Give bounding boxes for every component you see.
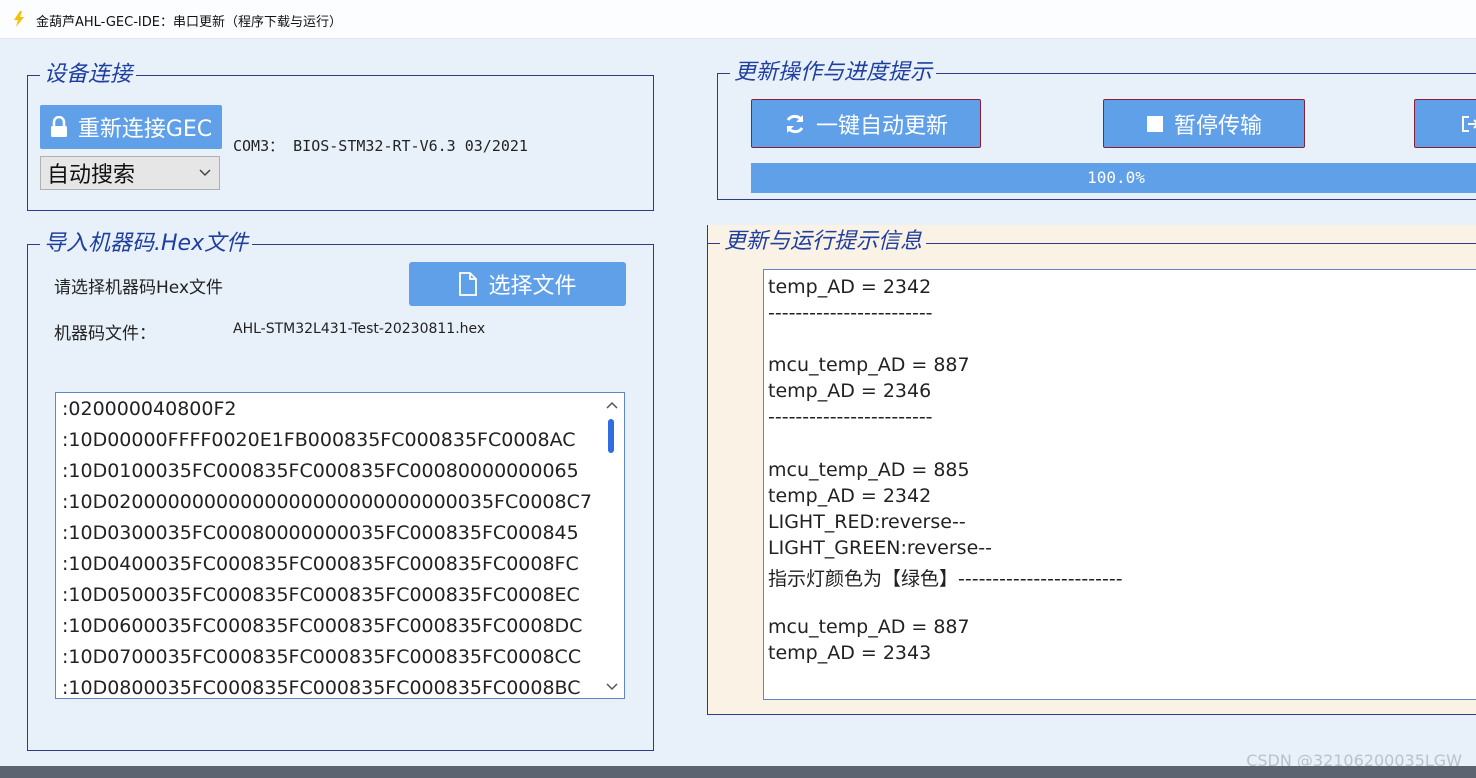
auto-update-label: 一键自动更新	[815, 113, 948, 139]
exit-icon	[1462, 115, 1476, 132]
progress-text: 100.0%	[1087, 168, 1145, 187]
run-messages-textarea[interactable]: temp_AD = 2342 ------------------------ …	[763, 269, 1476, 700]
message-line: temp_AD = 2342	[768, 276, 932, 298]
stop-icon	[1146, 115, 1163, 132]
choose-file-button[interactable]: 选择文件	[409, 262, 626, 306]
hex-line: :10D00000FFFF0020E1FB000835FC000835FC000…	[62, 429, 576, 451]
title-bar: 金葫芦AHL-GEC-IDE：串口更新（程序下载与运行）	[0, 0, 1476, 39]
message-line: temp_AD = 2343	[768, 642, 932, 664]
scroll-down-icon[interactable]	[606, 683, 618, 691]
port-info: COM3： BIOS-STM32-RT-V6.3 03/2021	[233, 137, 528, 155]
device-connection-legend: 设备连接	[40, 60, 137, 90]
window-title: 金葫芦AHL-GEC-IDE：串口更新（程序下载与运行）	[36, 15, 342, 30]
update-progress-bar: 100.0%	[751, 163, 1476, 193]
message-line: temp_AD = 2342	[768, 485, 932, 507]
message-line: LIGHT_RED:reverse--	[768, 511, 966, 533]
file-icon	[459, 272, 478, 296]
message-line: ------------------------	[768, 406, 933, 428]
hex-line: :10D0800035FC000835FC000835FC000835FC000…	[62, 677, 581, 699]
hex-content-textarea[interactable]: :020000040800F2 :10D00000FFFF0020E1FB000…	[55, 392, 625, 699]
message-line: mcu_temp_AD = 885	[768, 459, 970, 481]
run-messages-legend: 更新与运行提示信息	[720, 227, 927, 257]
message-line: 指示灯颜色为【绿色】------------------------	[768, 568, 1123, 590]
hex-line: :10D0500035FC000835FC000835FC000835FC000…	[62, 584, 580, 606]
hex-line: :10D0100035FC000835FC000835FC00080000000…	[62, 460, 579, 482]
scroll-up-icon[interactable]	[606, 401, 618, 409]
message-line: LIGHT_GREEN:reverse--	[768, 537, 992, 559]
refresh-icon	[786, 114, 804, 133]
chevron-down-icon	[199, 169, 211, 177]
update-operation-legend: 更新操作与进度提示	[730, 58, 937, 88]
hex-line: :10D0700035FC000835FC000835FC000835FC000…	[62, 646, 582, 668]
auto-update-button[interactable]: 一键自动更新	[751, 99, 981, 148]
exit-button[interactable]	[1414, 99, 1476, 148]
hex-line: :10D02000000000000000000000000000035FC00…	[62, 491, 592, 513]
hex-line: :10D0400035FC000835FC000835FC000835FC000…	[62, 553, 579, 575]
hex-import-legend: 导入机器码.Hex文件	[40, 229, 253, 259]
reconnect-gec-button[interactable]: 重新连接GEC	[40, 105, 222, 149]
search-mode-select[interactable]: 自动搜索	[40, 156, 220, 190]
lightning-icon	[14, 11, 24, 27]
message-line: mcu_temp_AD = 887	[768, 616, 970, 638]
message-line: ------------------------	[768, 302, 933, 324]
machine-code-file-name: AHL-STM32L431-Test-20230811.hex	[233, 321, 486, 337]
machine-code-file-label: 机器码文件：	[54, 324, 156, 344]
scrollbar-thumb[interactable]	[608, 419, 614, 453]
lock-icon	[50, 116, 67, 137]
choose-file-label: 选择文件	[488, 274, 577, 299]
message-line: mcu_temp_AD = 887	[768, 354, 970, 376]
hex-line: :020000040800F2	[62, 398, 237, 420]
message-line: temp_AD = 2346	[768, 380, 932, 402]
hex-line: :10D0300035FC00080000000035FC000835FC000…	[62, 522, 579, 544]
pause-transfer-button[interactable]: 暂停传输	[1103, 99, 1305, 148]
pause-transfer-label: 暂停传输	[1173, 113, 1262, 139]
search-mode-value: 自动搜索	[47, 163, 136, 188]
hex-line: :10D0600035FC000835FC000835FC000835FC000…	[62, 615, 583, 637]
reconnect-gec-label: 重新连接GEC	[77, 117, 213, 142]
hex-select-prompt: 请选择机器码Hex文件	[54, 278, 224, 298]
bottom-strip	[0, 766, 1476, 778]
